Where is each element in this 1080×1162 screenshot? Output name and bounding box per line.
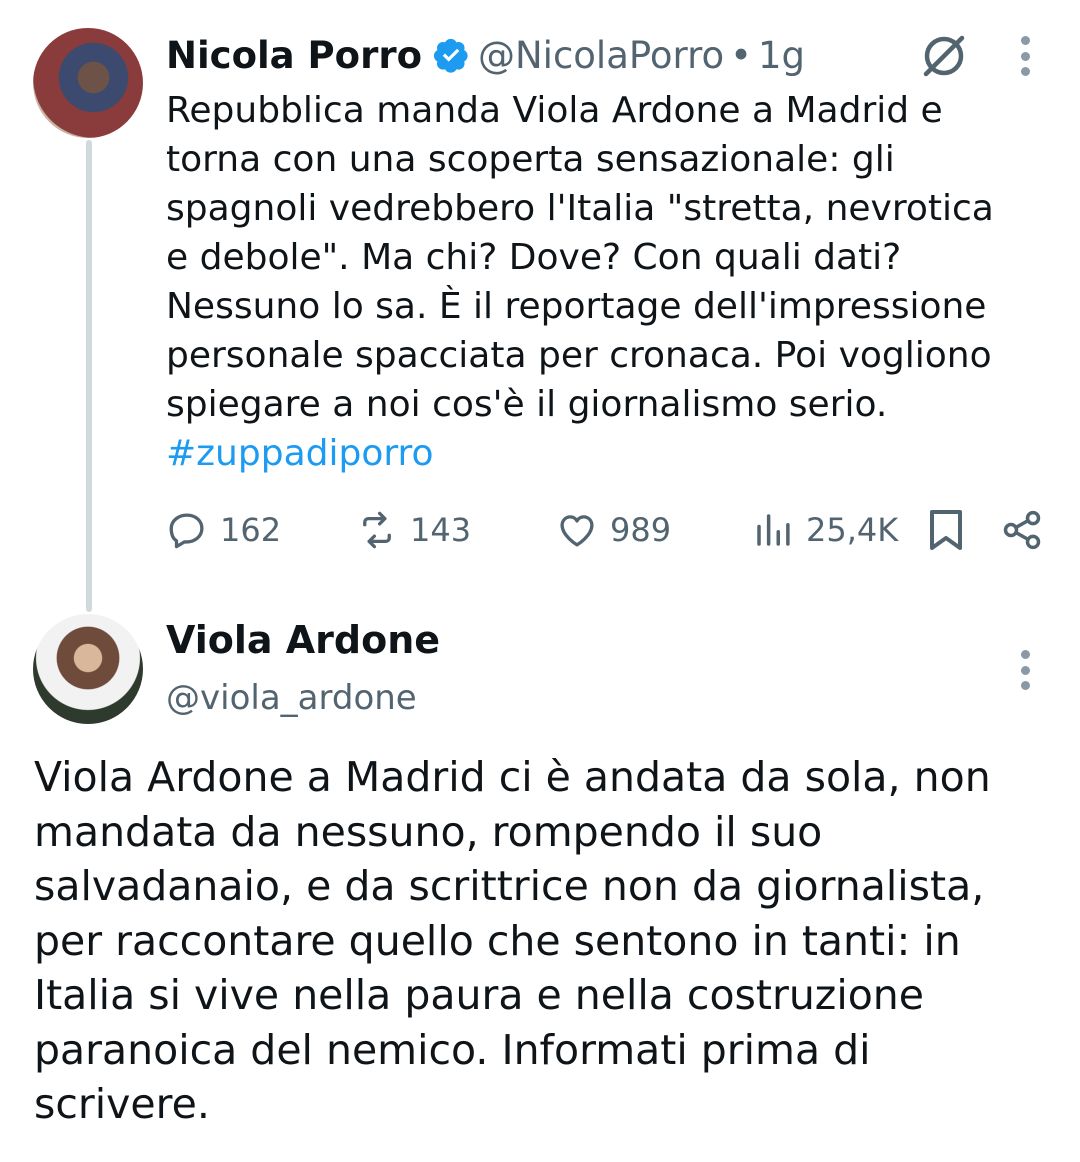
tweet1-text: Repubblica manda Viola Ardone a Madrid e… xyxy=(166,86,1046,478)
tweet1-separator: • xyxy=(730,33,752,77)
grok-icon[interactable] xyxy=(918,30,970,82)
tweet1-handle[interactable]: @NicolaPorro xyxy=(478,34,724,77)
tweet2-text: Viola Ardone a Madrid ci è andata da sol… xyxy=(34,753,991,1128)
bookmark-icon[interactable] xyxy=(928,508,964,552)
heart-icon xyxy=(560,515,594,547)
tweet1-text-content: Repubblica manda Viola Ardone a Madrid e… xyxy=(166,90,994,425)
more-dots-icon[interactable] xyxy=(1019,36,1031,76)
retweet-count: 143 xyxy=(410,511,472,549)
views-chart-icon xyxy=(757,514,790,546)
tweet2-handle[interactable]: @viola_ardone xyxy=(166,678,417,718)
tweet1-display-name[interactable]: Nicola Porro xyxy=(166,34,422,77)
reply-count: 162 xyxy=(220,511,282,549)
reply-button[interactable]: 162 xyxy=(166,505,281,555)
retweet-button[interactable]: 143 xyxy=(356,505,471,555)
tweet1-header: Nicola Porro @NicolaPorro • 1g xyxy=(166,30,805,80)
tweet2-display-name[interactable]: Viola Ardone xyxy=(166,618,440,662)
thread-connector-line xyxy=(86,140,92,612)
like-button[interactable]: 989 xyxy=(556,505,671,555)
views-button[interactable]: 25,4K xyxy=(752,505,898,555)
tweet1-time[interactable]: 1g xyxy=(758,34,805,77)
tweet1-hashtag[interactable]: #zuppadiporro xyxy=(166,433,434,474)
verified-badge-icon xyxy=(433,38,468,73)
like-count: 989 xyxy=(610,511,672,549)
views-count: 25,4K xyxy=(806,511,899,549)
share-icon[interactable] xyxy=(1000,508,1044,552)
avatar-nicola-porro[interactable] xyxy=(33,28,143,138)
avatar-viola-ardone[interactable] xyxy=(33,614,143,724)
retweet-icon xyxy=(363,511,391,549)
reply-icon xyxy=(169,513,204,549)
more-dots-icon[interactable] xyxy=(1019,650,1031,690)
